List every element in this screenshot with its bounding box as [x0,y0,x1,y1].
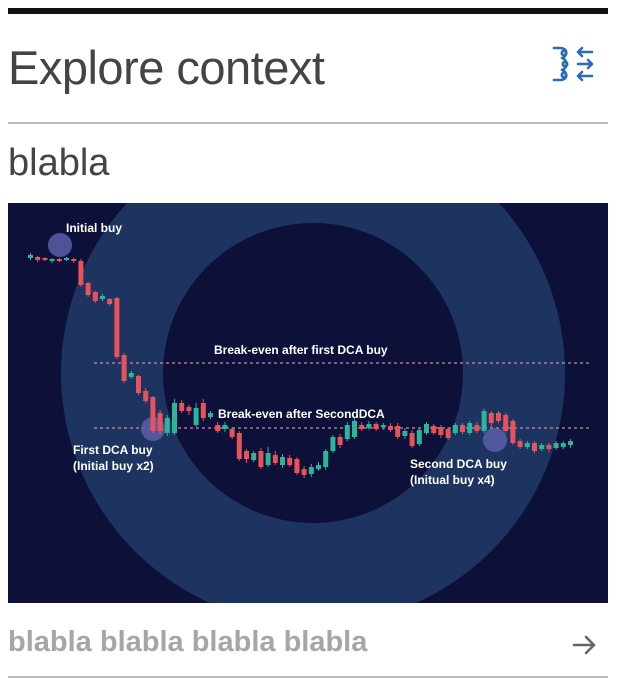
candle-body [229,429,235,437]
candle-body [560,443,566,447]
dca-chart-image: Initial buy Break-even after first DCA b… [8,203,608,603]
candle-body [164,418,170,433]
candle-body [366,424,372,428]
candle-body [71,259,77,261]
filter-arrows-icon[interactable] [548,40,600,88]
candle-body [56,259,62,261]
candle-body [323,451,329,467]
candle-body [373,424,379,429]
candle-body [128,373,134,377]
second-dca-marker [483,428,507,452]
candle-body [452,425,458,433]
candle-body [157,413,163,431]
candle-body [517,441,523,447]
candle-body [402,431,408,436]
candle-body [352,421,357,437]
section-title: blabla [8,142,110,184]
candle-body [416,430,422,444]
candle-body [380,425,386,427]
header-divider [8,122,608,124]
candle-body [337,437,343,445]
candle-body [330,437,336,451]
second-dca-label-line2: (Initual buy x4) [410,473,495,487]
candle-body [136,376,141,393]
breakeven-second-label: Break-even after SecondDCA [218,407,385,421]
candle-body [49,259,55,261]
candle-body [481,411,487,431]
candle-body [42,258,48,260]
candle-body [474,425,480,431]
candle-body [92,292,98,301]
initial-buy-label: Initial buy [66,221,122,235]
candle-body [85,283,91,295]
candle-body [308,467,314,474]
candlestick-chart: Initial buy Break-even after first DCA b… [28,203,592,603]
page-header: Explore context [8,30,608,110]
candle-body [388,426,393,430]
candle-body [251,453,257,460]
candle-body [409,433,415,446]
candle-body [438,427,444,435]
candle-body [467,423,473,433]
candle-body [193,408,199,425]
candle-body [294,459,300,473]
candle-body [496,413,501,421]
candle-body [568,441,573,445]
candle-body [208,413,213,417]
candle-body [222,425,228,429]
candle-body [28,255,33,258]
candle-body [64,258,69,260]
candle-body [287,458,293,465]
candle-body [186,407,192,411]
page-title: Explore context [8,41,325,94]
initial-buy-marker [48,233,72,257]
candle-body [107,299,113,304]
candle-body [100,296,105,299]
context-link-text: blabla blabla blabla blabla [8,626,368,658]
candle-body [503,415,509,431]
candle-body [280,457,285,465]
candle-body [532,443,537,451]
candle-body [301,469,307,475]
candle-body [510,421,516,443]
candle-body [431,426,437,433]
candle-body [445,429,451,438]
candle-body [121,355,127,381]
candle-body [272,455,278,463]
candle-body [150,397,156,431]
footer-divider [8,676,608,678]
candle-body [344,425,350,439]
candle-body [114,298,120,357]
context-link[interactable]: blabla blabla blabla blabla [8,620,608,672]
first-dca-label-line2: (Initial buy x2) [73,459,154,473]
candle-body [553,443,559,448]
arrow-right-icon [572,635,596,655]
candle-body [546,445,552,449]
second-dca-label-line1: Second DCA buy [410,457,507,471]
candle-body [488,413,494,423]
candle-body [244,451,249,459]
first-dca-label-line1: First DCA buy [73,443,153,457]
candle-body [179,403,185,411]
candle-body [424,424,429,433]
top-border [8,8,608,14]
candle-body [395,426,401,437]
breakeven-first-label: Break-even after first DCA buy [214,343,388,357]
candle-body [172,403,177,433]
candle-body [359,425,365,429]
candle-body [215,425,221,431]
candle-body [143,391,149,401]
candle-body [236,433,242,459]
candle-body [460,425,465,432]
candle-body [539,445,545,449]
candle-body [265,453,271,465]
candle-body [200,403,206,418]
candle-body [316,465,321,469]
candle-body [524,443,530,447]
candle-body [35,257,41,260]
candle-body [78,261,84,285]
candle-body [258,451,264,467]
